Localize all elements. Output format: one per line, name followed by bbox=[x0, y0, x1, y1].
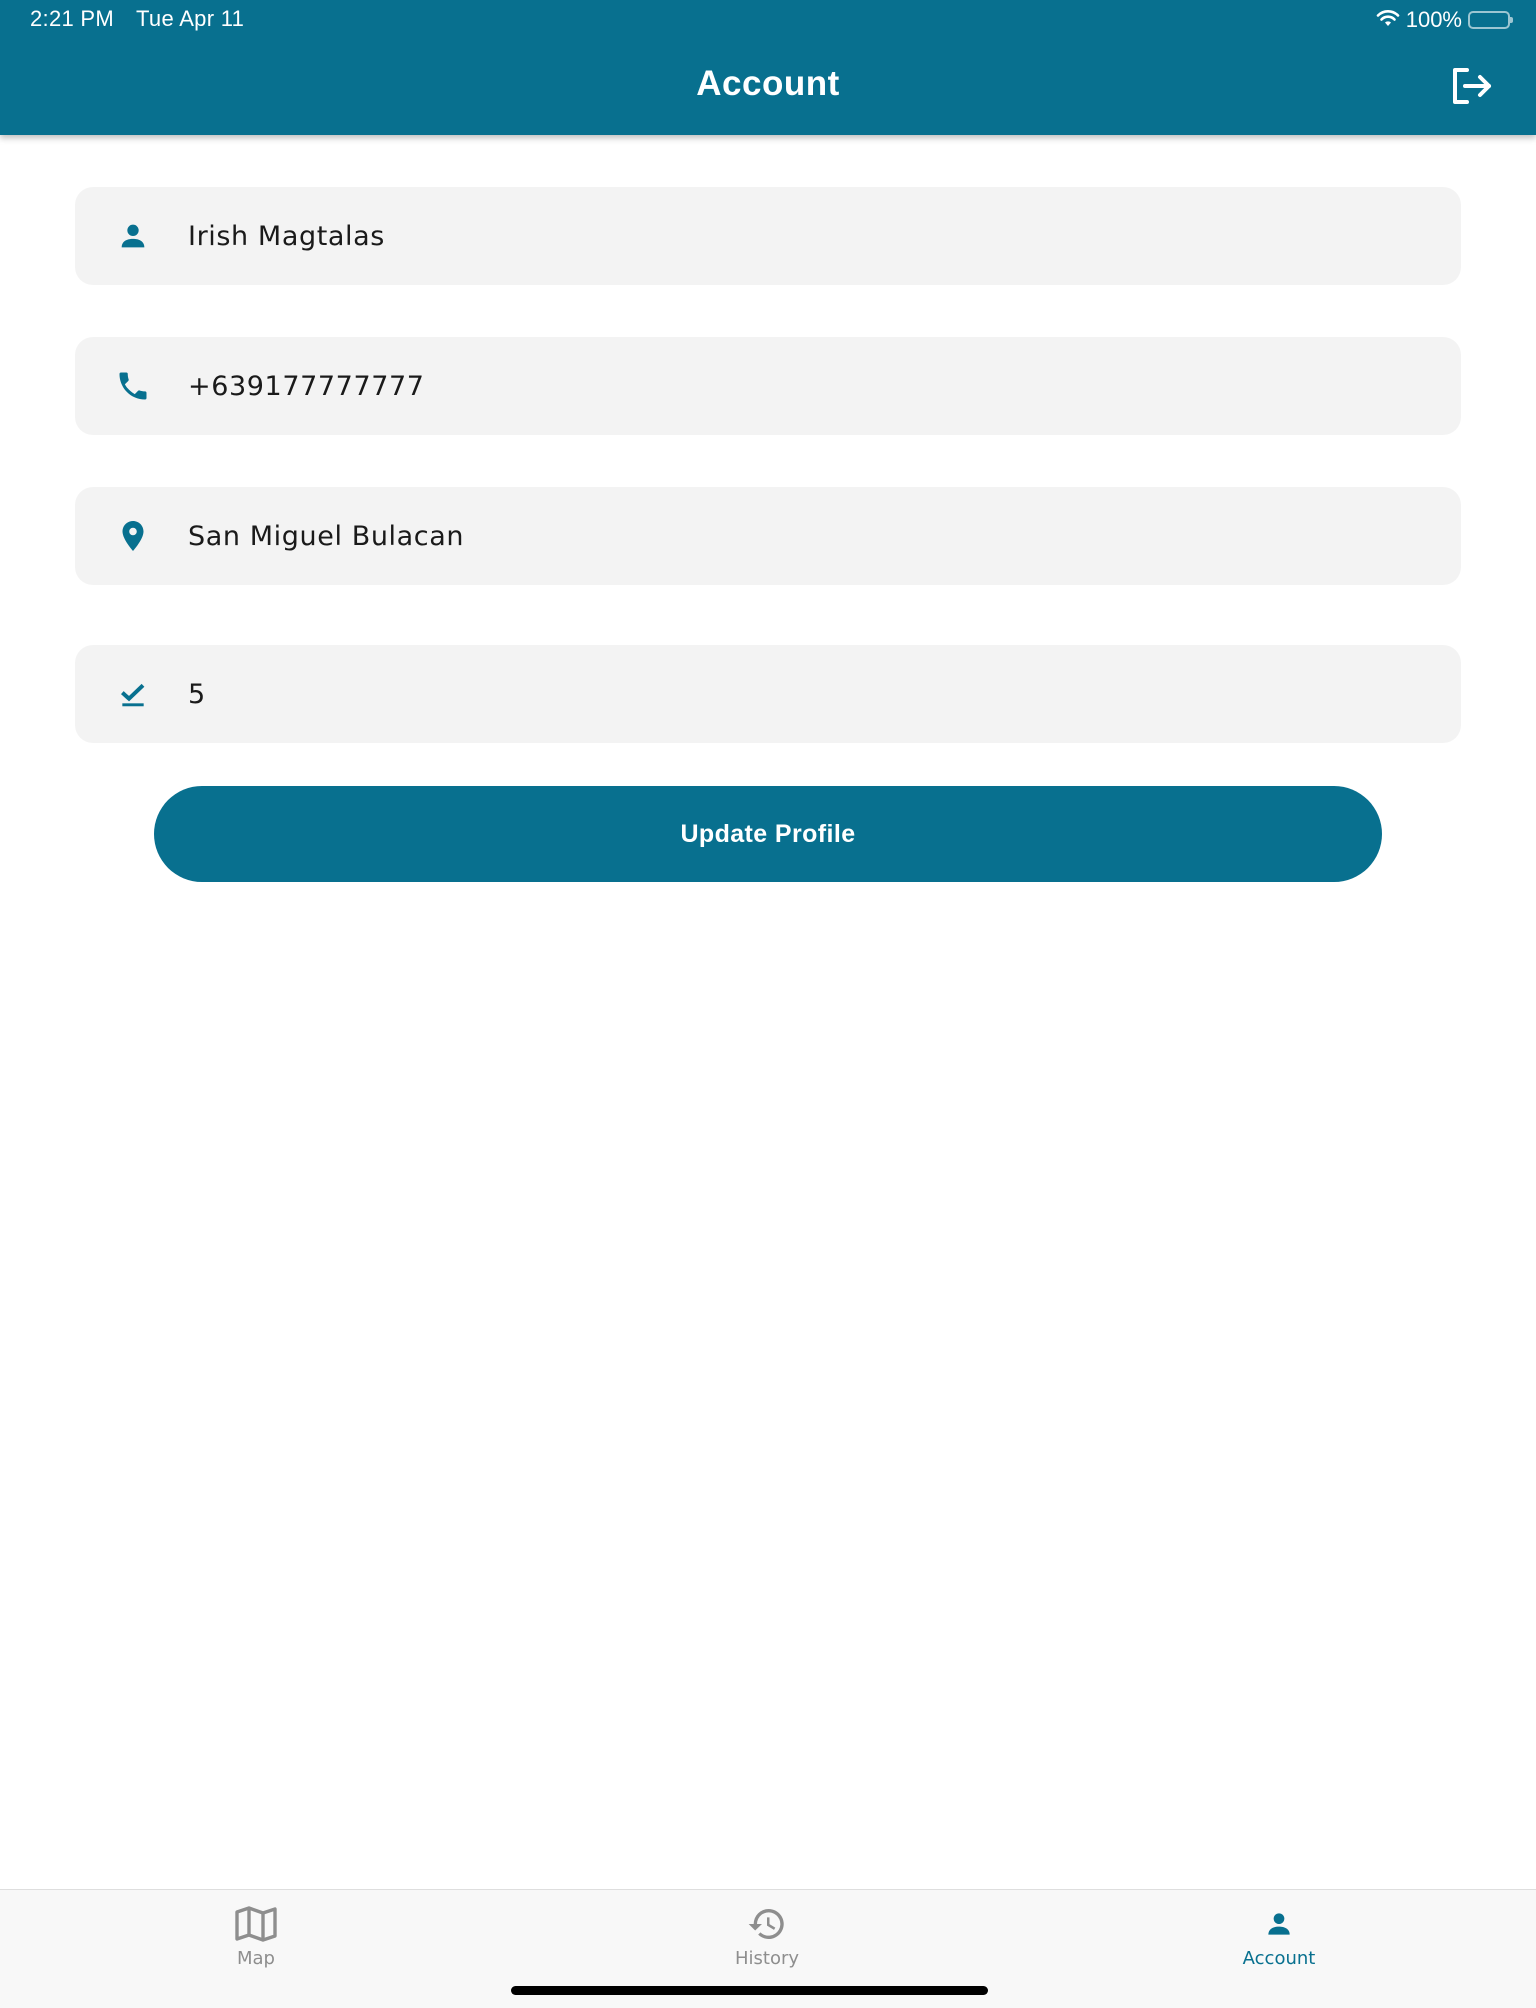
logout-button[interactable] bbox=[1448, 66, 1498, 110]
home-indicator[interactable] bbox=[511, 1986, 988, 1995]
battery-percentage: 100% bbox=[1405, 7, 1462, 32]
tab-history[interactable]: History bbox=[657, 1890, 877, 1980]
count-input[interactable] bbox=[188, 645, 1388, 743]
page-title: Account bbox=[696, 64, 840, 103]
tab-label: Map bbox=[237, 1948, 275, 1969]
tab-account[interactable]: Account bbox=[1169, 1890, 1389, 1980]
update-profile-button[interactable]: Update Profile bbox=[154, 786, 1382, 882]
map-icon bbox=[234, 1902, 278, 1946]
person-icon bbox=[115, 218, 151, 254]
tab-label: History bbox=[734, 1948, 800, 1969]
name-input[interactable] bbox=[188, 187, 1388, 285]
name-field[interactable] bbox=[75, 187, 1461, 285]
wifi-icon bbox=[1376, 7, 1400, 33]
check-underline-icon bbox=[115, 676, 151, 712]
tab-map[interactable]: Map bbox=[146, 1890, 366, 1980]
address-input[interactable] bbox=[188, 487, 1388, 585]
address-field[interactable] bbox=[75, 487, 1461, 585]
logout-icon bbox=[1451, 67, 1495, 110]
app-header: 2:21 PM Tue Apr 11 100% Account bbox=[0, 0, 1536, 135]
tab-label: Account bbox=[1242, 1948, 1316, 1969]
battery-icon bbox=[1468, 11, 1513, 29]
status-date: Tue Apr 11 bbox=[136, 6, 245, 31]
location-pin-icon bbox=[115, 518, 151, 554]
status-indicators: 100% bbox=[1376, 6, 1513, 34]
phone-icon bbox=[115, 368, 151, 404]
phone-field[interactable] bbox=[75, 337, 1461, 435]
phone-input[interactable] bbox=[188, 337, 1388, 435]
history-icon bbox=[745, 1902, 789, 1946]
person-icon bbox=[1257, 1902, 1301, 1946]
status-time: 2:21 PM bbox=[30, 6, 115, 31]
count-field[interactable] bbox=[75, 645, 1461, 743]
